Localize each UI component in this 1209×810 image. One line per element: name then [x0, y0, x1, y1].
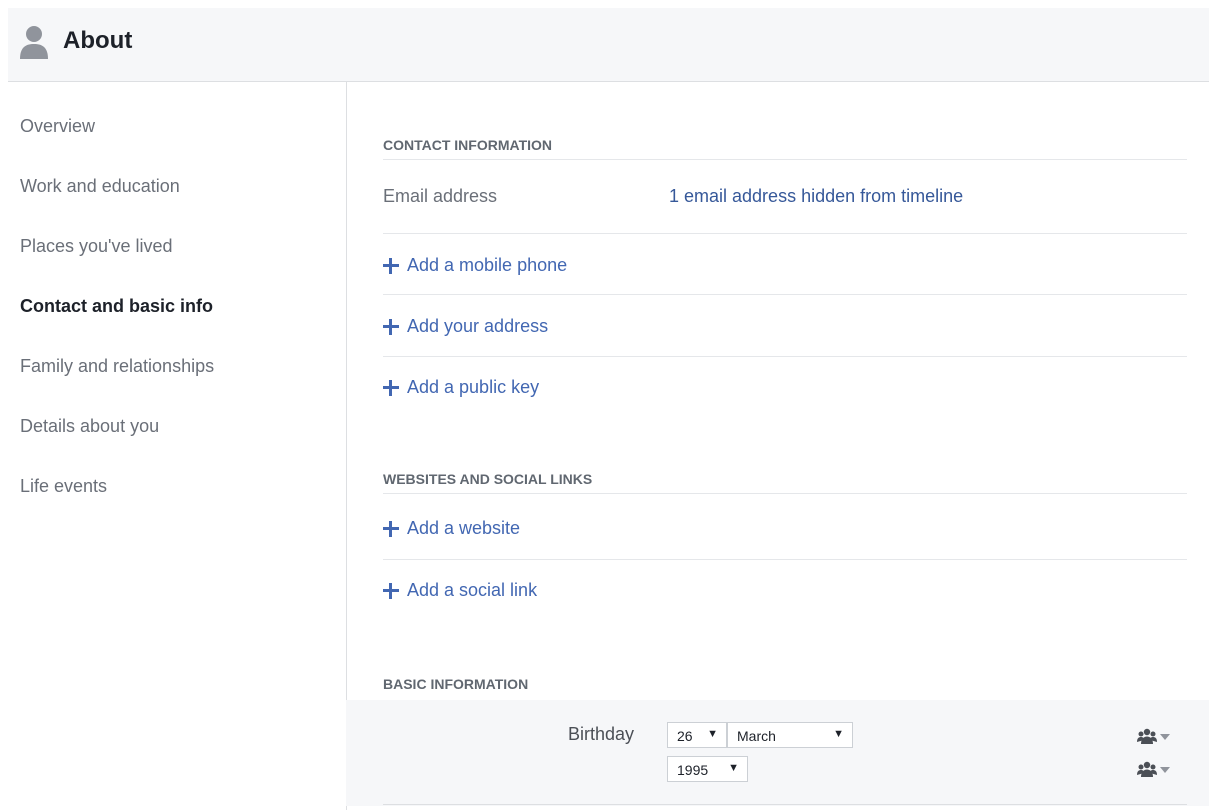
sidebar-item-work-education[interactable]: Work and education	[20, 176, 180, 197]
basic-section-title: BASIC INFORMATION	[383, 676, 529, 692]
row-divider	[383, 559, 1187, 560]
birthday-day-select[interactable]: 26 ▼	[667, 722, 727, 748]
sidebar-item-overview[interactable]: Overview	[20, 116, 95, 137]
plus-icon	[383, 257, 399, 274]
add-address-link[interactable]: Add your address	[383, 316, 548, 337]
birthday-month-select[interactable]: March ▼	[727, 722, 853, 748]
row-divider	[383, 294, 1187, 295]
about-sidebar: Overview Work and education Places you'v…	[0, 82, 347, 810]
birthday-audience-selector[interactable]	[1136, 728, 1172, 748]
friends-icon	[1137, 728, 1157, 744]
websites-section-title: WEBSITES AND SOCIAL LINKS	[383, 471, 1187, 494]
add-public-key-link[interactable]: Add a public key	[383, 377, 539, 398]
caret-down-icon	[1160, 734, 1170, 740]
add-mobile-phone-link[interactable]: Add a mobile phone	[383, 255, 567, 276]
add-mobile-phone-label: Add a mobile phone	[407, 255, 568, 275]
birthday-year-value: 1995	[677, 762, 709, 778]
page-header: About	[8, 8, 1209, 82]
friends-icon	[1137, 761, 1157, 777]
sidebar-item-family-relationships[interactable]: Family and relationships	[20, 356, 214, 377]
add-address-label: Add your address	[407, 316, 549, 336]
birthday-year-select[interactable]: 1995 ▼	[667, 756, 748, 782]
row-divider	[383, 233, 1187, 234]
sidebar-item-life-events[interactable]: Life events	[20, 476, 107, 497]
caret-down-icon	[1160, 767, 1170, 773]
birthday-row: Birthday 26 ▼ March ▼ 1995 ▼	[346, 700, 1209, 806]
plus-icon	[383, 379, 399, 396]
add-social-link[interactable]: Add a social link	[383, 580, 537, 601]
add-public-key-label: Add a public key	[407, 377, 540, 397]
birthday-day-value: 26	[677, 728, 693, 744]
plus-icon	[383, 318, 399, 335]
sidebar-item-details-about-you[interactable]: Details about you	[20, 416, 159, 437]
dropdown-arrow-icon: ▼	[833, 728, 844, 740]
page-title: About	[63, 27, 133, 54]
plus-icon	[383, 582, 399, 599]
person-icon	[20, 26, 48, 59]
add-website-link[interactable]: Add a website	[383, 518, 520, 539]
dropdown-arrow-icon: ▼	[728, 762, 739, 774]
add-social-label: Add a social link	[407, 580, 538, 600]
add-website-label: Add a website	[407, 518, 521, 538]
birthday-label: Birthday	[568, 724, 635, 744]
email-hidden-link[interactable]: 1 email address hidden from timeline	[669, 186, 963, 207]
sidebar-item-contact-basic-info[interactable]: Contact and basic info	[20, 296, 213, 317]
birthday-month-value: March	[737, 728, 776, 744]
sidebar-item-places-lived[interactable]: Places you've lived	[20, 236, 173, 257]
row-divider	[383, 804, 1187, 805]
row-divider	[383, 356, 1187, 357]
birth-year-audience-selector[interactable]	[1136, 761, 1172, 781]
dropdown-arrow-icon: ▼	[707, 728, 718, 740]
email-label: Email address	[383, 186, 498, 206]
plus-icon	[383, 520, 399, 537]
contact-section-title: CONTACT INFORMATION	[383, 137, 1187, 160]
